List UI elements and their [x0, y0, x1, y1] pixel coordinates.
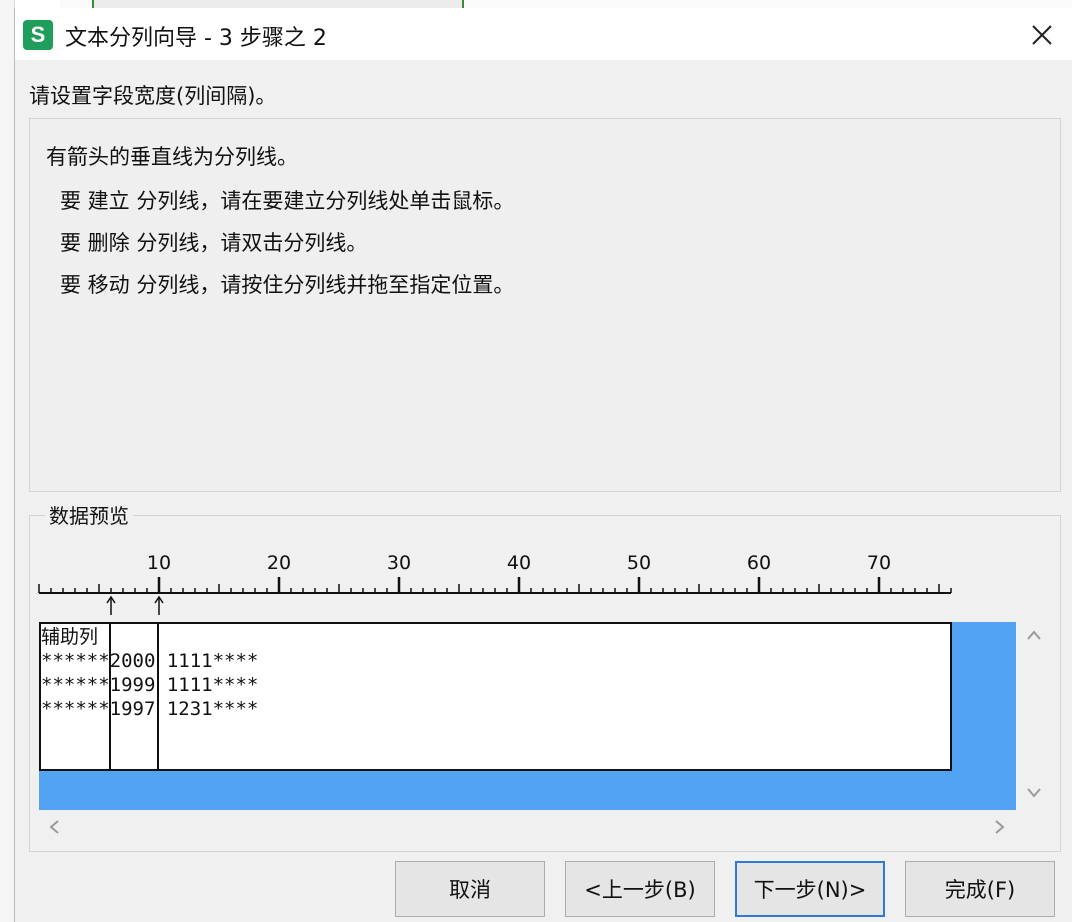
cancel-button[interactable]: 取消 [395, 861, 545, 917]
ruler-label: 50 [627, 552, 651, 574]
scroll-right-icon[interactable] [993, 818, 1007, 836]
preview-row-2: ******2000 1111**** [41, 650, 259, 672]
data-preview-label: 数据预览 [45, 500, 133, 529]
ruler-label: 70 [867, 552, 891, 574]
column-break-line-2[interactable] [157, 624, 159, 769]
app-icon: S [23, 20, 53, 50]
back-button[interactable]: <上一步(B) [565, 861, 715, 917]
column-break-arrow-icon [106, 595, 116, 615]
column-break-arrow-icon [154, 595, 164, 615]
info-line-3: 要 删除 分列线，请双击分列线。 [60, 231, 368, 255]
step-instruction: 请设置字段宽度(列间隔)。 [29, 84, 277, 108]
title-bar: S 文本分列向导 - 3 步骤之 2 [15, 8, 1072, 60]
next-button[interactable]: 下一步(N)> [735, 861, 885, 917]
preview-content[interactable]: 辅助列 ******2000 1111**** ******1999 1111*… [39, 622, 952, 771]
preview-area[interactable]: 辅助列 ******2000 1111**** ******1999 1111*… [39, 622, 1016, 810]
preview-row-3: ******1999 1111**** [41, 674, 259, 696]
ruler-label: 30 [387, 552, 411, 574]
scroll-up-icon[interactable] [1025, 628, 1043, 642]
ruler-label: 20 [267, 552, 291, 574]
info-panel: 有箭头的垂直线为分列线。 要 建立 分列线，请在要建立分列线处单击鼠标。 要 删… [29, 118, 1061, 492]
finish-button[interactable]: 完成(F) [905, 861, 1055, 917]
scroll-down-icon[interactable] [1025, 786, 1043, 800]
spreadsheet-row-header-strip [0, 0, 15, 922]
preview-row-4: ******1997 1231**** [41, 698, 259, 720]
ruler-label: 10 [147, 552, 171, 574]
info-line-2: 要 建立 分列线，请在要建立分列线处单击鼠标。 [60, 189, 515, 213]
column-ruler[interactable]: 10 20 30 40 50 60 70 [35, 543, 955, 615]
preview-row-1: 辅助列 [41, 626, 99, 648]
dialog-title: 文本分列向导 - 3 步骤之 2 [65, 26, 327, 51]
column-break-line-1[interactable] [109, 624, 111, 769]
info-line-4: 要 移动 分列线，请按住分列线并拖至指定位置。 [60, 273, 515, 297]
close-icon[interactable] [1025, 18, 1059, 52]
ruler-label: 60 [747, 552, 771, 574]
info-line-1: 有箭头的垂直线为分列线。 [46, 145, 298, 169]
scroll-left-icon[interactable] [47, 818, 61, 836]
text-to-columns-wizard-dialog: S 文本分列向导 - 3 步骤之 2 请设置字段宽度(列间隔)。 有箭头的垂直线… [14, 8, 1072, 922]
ruler-label: 40 [507, 552, 531, 574]
